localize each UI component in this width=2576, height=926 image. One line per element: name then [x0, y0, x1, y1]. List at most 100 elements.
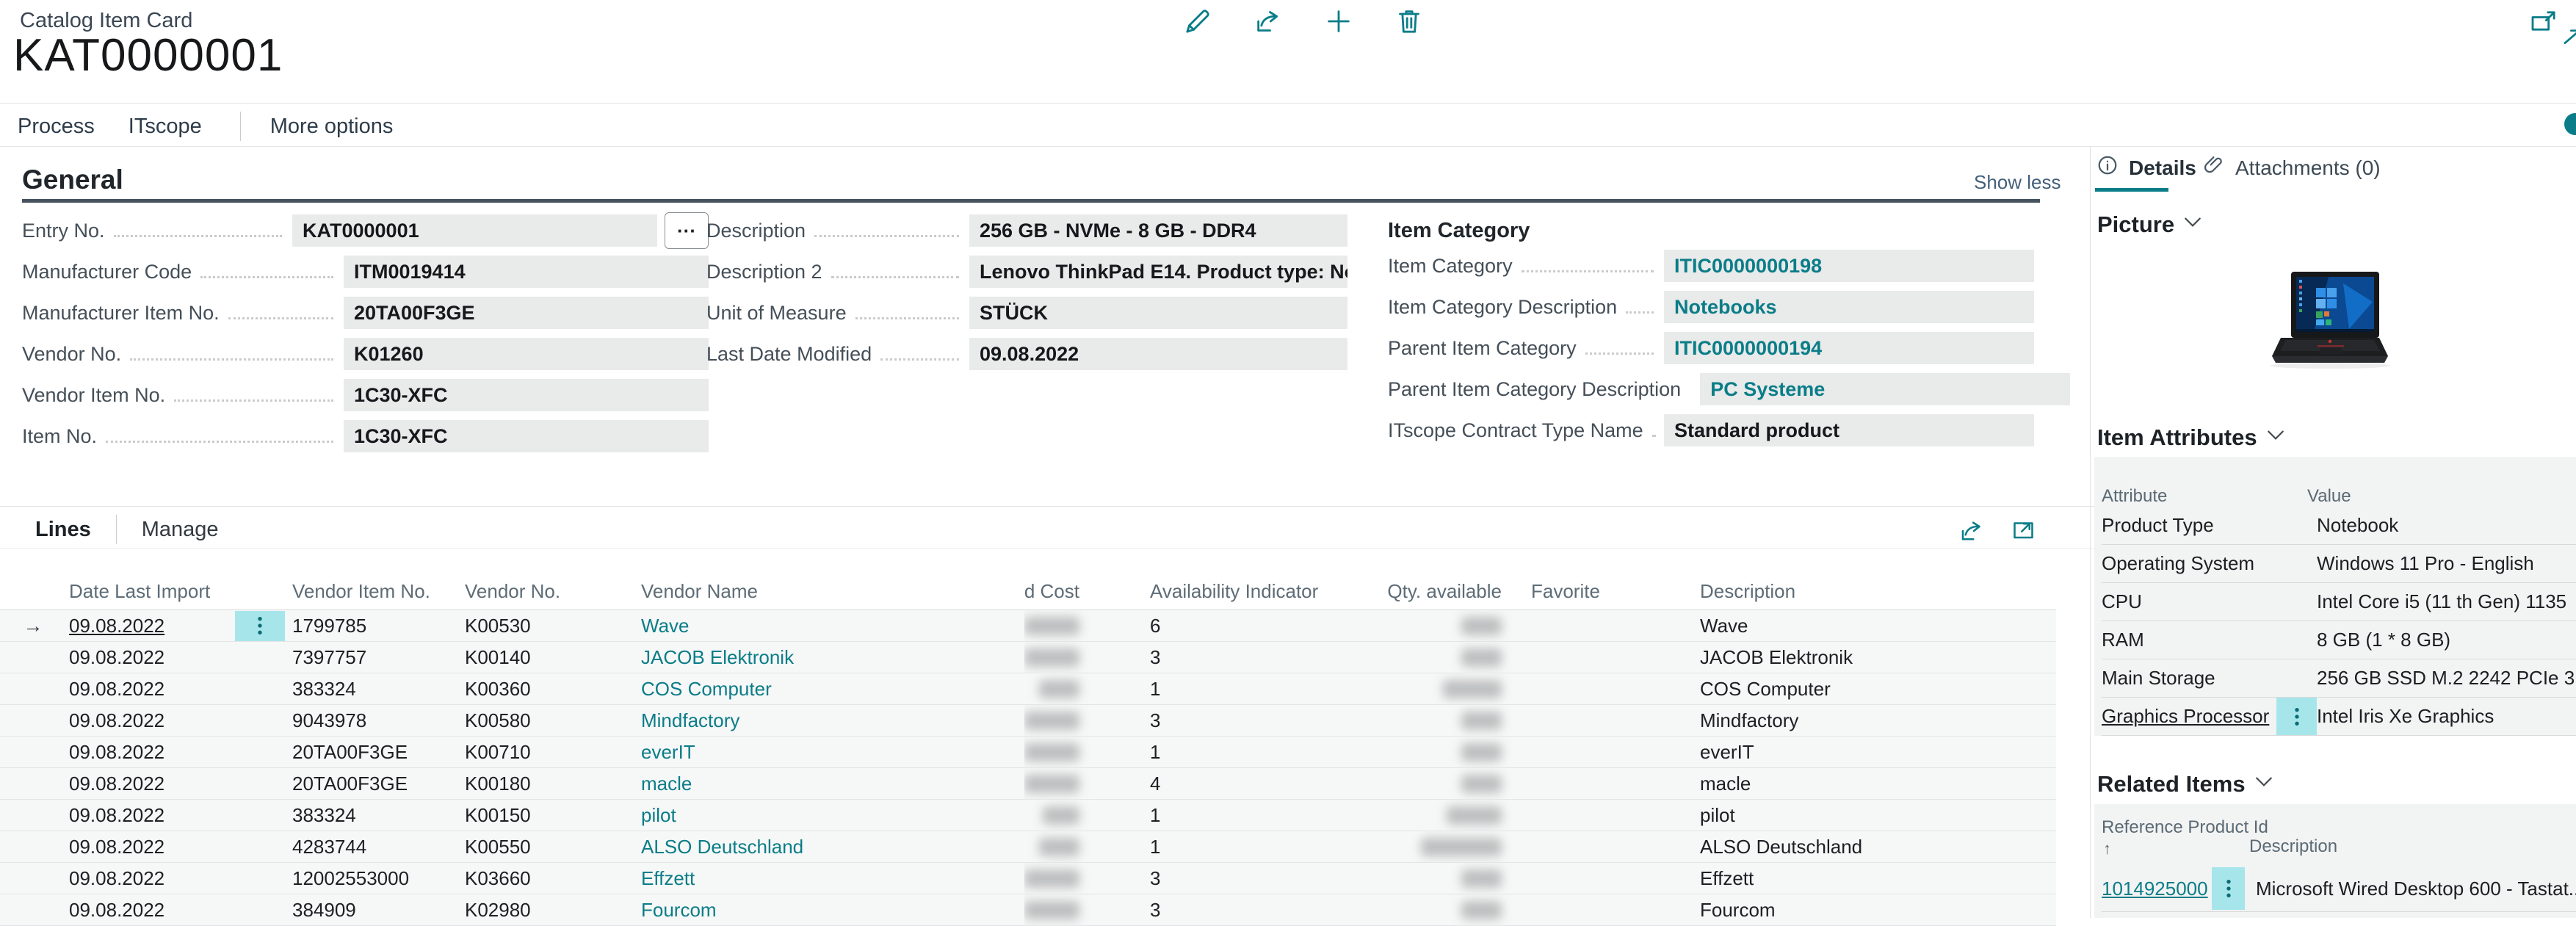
- cell-availability-indicator[interactable]: 6: [1142, 610, 1384, 641]
- field-value-itscope-contract-type-name[interactable]: Standard product: [1664, 414, 2034, 446]
- vendor-name-link[interactable]: Mindfactory: [635, 705, 1024, 736]
- cell-description[interactable]: Fourcom: [1700, 894, 2056, 925]
- cell-favorite[interactable]: [1531, 800, 1700, 831]
- field-value-item-category[interactable]: ITIC0000000198: [1664, 250, 2034, 282]
- cell-favorite[interactable]: [1531, 705, 1700, 736]
- table-row[interactable]: →09.08.20221799785K00530Wave6Wave: [0, 610, 2056, 642]
- column-header-favorite[interactable]: Favorite: [1531, 573, 1700, 610]
- partial-edge-icon[interactable]: [2563, 26, 2576, 55]
- cell-qty-available[interactable]: [1384, 863, 1531, 894]
- table-row[interactable]: 09.08.2022383324K00360COS Computer1COS C…: [0, 673, 2056, 705]
- cell-negotiated-cost[interactable]: [1024, 831, 1142, 862]
- field-value-vendor-no[interactable]: K01260: [344, 338, 709, 370]
- field-value-vendor-item-no[interactable]: 1C30-XFC: [344, 379, 709, 411]
- cell-qty-available[interactable]: [1384, 737, 1531, 767]
- cell-date-last-import[interactable]: 09.08.2022: [66, 831, 235, 862]
- related-item-row[interactable]: 1014925000Microsoft Wired Desktop 600 - …: [2102, 866, 2576, 912]
- cell-description[interactable]: Mindfactory: [1700, 705, 2056, 736]
- cell-vendor-no[interactable]: K02980: [459, 894, 635, 925]
- attribute-row[interactable]: Graphics ProcessorIntel Iris Xe Graphics: [2102, 698, 2576, 736]
- cell-date-last-import[interactable]: 09.08.2022: [66, 705, 235, 736]
- cell-vendor-item-no[interactable]: 9043978: [286, 705, 459, 736]
- cell-availability-indicator[interactable]: 4: [1142, 768, 1384, 799]
- attribute-name-cpu[interactable]: CPU: [2102, 583, 2276, 621]
- cell-date-last-import[interactable]: 09.08.2022: [66, 737, 235, 767]
- cell-vendor-no[interactable]: K03660: [459, 863, 635, 894]
- menu-itscope[interactable]: ITscope: [129, 115, 202, 139]
- cell-vendor-no[interactable]: K00580: [459, 705, 635, 736]
- cell-vendor-no[interactable]: K00360: [459, 673, 635, 704]
- assist-edit-button[interactable]: ···: [665, 212, 709, 249]
- cell-vendor-no[interactable]: K00530: [459, 610, 635, 641]
- cell-vendor-item-no[interactable]: 20TA00F3GE: [286, 737, 459, 767]
- field-value-description-2[interactable]: Lenovo ThinkPad E14. Product type: Noteb…: [969, 256, 1347, 288]
- reference-product-id-link[interactable]: 1014925000: [2102, 878, 2212, 900]
- new-button[interactable]: [1322, 6, 1356, 40]
- reference-product-id-column-header[interactable]: Reference Product Id: [2102, 817, 2268, 838]
- vendor-name-link[interactable]: COS Computer: [635, 673, 1024, 704]
- attribute-name-product-type[interactable]: Product Type: [2102, 507, 2276, 544]
- vendor-name-link[interactable]: everIT: [635, 737, 1024, 767]
- attribute-value-operating-system[interactable]: Windows 11 Pro - English: [2317, 545, 2576, 582]
- cell-qty-available[interactable]: [1384, 705, 1531, 736]
- cell-vendor-item-no[interactable]: 20TA00F3GE: [286, 768, 459, 799]
- column-header-vendor-name[interactable]: Vendor Name: [635, 573, 1024, 610]
- cell-favorite[interactable]: [1531, 863, 1700, 894]
- cell-date-last-import[interactable]: 09.08.2022: [66, 642, 235, 673]
- field-value-manufacturer-item-no[interactable]: 20TA00F3GE: [344, 297, 709, 329]
- table-row[interactable]: 09.08.202220TA00F3GEK00180macle4macle: [0, 768, 2056, 800]
- picture-section-heading[interactable]: Picture: [2097, 211, 2202, 238]
- attribute-name-ram[interactable]: RAM: [2102, 621, 2276, 659]
- cell-favorite[interactable]: [1531, 642, 1700, 673]
- cell-negotiated-cost[interactable]: [1024, 705, 1142, 736]
- table-row[interactable]: 09.08.20229043978K00580Mindfactory3Mindf…: [0, 705, 2056, 737]
- field-value-parent-item-category[interactable]: ITIC0000000194: [1664, 332, 2034, 364]
- cell-negotiated-cost[interactable]: [1024, 737, 1142, 767]
- description-column-header[interactable]: Description: [2249, 836, 2337, 857]
- attribute-row[interactable]: RAM 8 GB (1 * 8 GB): [2102, 621, 2576, 659]
- cell-vendor-no[interactable]: K00150: [459, 800, 635, 831]
- vendor-name-link[interactable]: Fourcom: [635, 894, 1024, 925]
- column-header-availability-indicator[interactable]: Availability Indicator: [1142, 573, 1384, 610]
- cell-description[interactable]: JACOB Elektronik: [1700, 642, 2056, 673]
- lines-focus-mode-button[interactable]: [2008, 516, 2041, 549]
- attribute-column-header[interactable]: Attribute: [2102, 486, 2307, 507]
- column-header-vendor-no[interactable]: Vendor No.: [459, 573, 635, 610]
- cell-vendor-item-no[interactable]: 384909: [286, 894, 459, 925]
- attribute-value-main-storage[interactable]: 256 GB SSD M.2 2242 PCIe 3: [2317, 659, 2576, 697]
- cell-qty-available[interactable]: [1384, 642, 1531, 673]
- cell-negotiated-cost[interactable]: [1024, 610, 1142, 641]
- cell-qty-available[interactable]: [1384, 610, 1531, 641]
- attribute-name-main-storage[interactable]: Main Storage: [2102, 659, 2276, 697]
- attribute-value-graphics-processor[interactable]: Intel Iris Xe Graphics: [2317, 698, 2576, 735]
- cell-qty-available[interactable]: [1384, 768, 1531, 799]
- show-less-link[interactable]: Show less: [1974, 171, 2061, 194]
- cell-description[interactable]: everIT: [1700, 737, 2056, 767]
- column-header-description[interactable]: Description: [1700, 573, 2056, 610]
- attribute-row-menu-button[interactable]: [2276, 698, 2317, 735]
- cell-description[interactable]: macle: [1700, 768, 2056, 799]
- item-attributes-section-heading[interactable]: Item Attributes: [2097, 424, 2285, 451]
- cell-date-last-import[interactable]: 09.08.2022: [66, 673, 235, 704]
- cell-negotiated-cost[interactable]: [1024, 642, 1142, 673]
- cell-vendor-item-no[interactable]: 383324: [286, 673, 459, 704]
- lines-tab[interactable]: Lines: [35, 518, 91, 542]
- table-row[interactable]: 09.08.202212002553000K03660Effzett3Effze…: [0, 863, 2056, 894]
- table-row[interactable]: 09.08.2022384909K02980Fourcom3Fourcom: [0, 894, 2056, 926]
- cell-negotiated-cost[interactable]: [1024, 768, 1142, 799]
- cell-qty-available[interactable]: [1384, 673, 1531, 704]
- tab-attachments[interactable]: Attachments (0): [2203, 154, 2381, 181]
- column-header-date-last-import[interactable]: Date Last Import: [66, 573, 235, 610]
- cell-vendor-item-no[interactable]: 1799785: [286, 610, 459, 641]
- cell-availability-indicator[interactable]: 1: [1142, 737, 1384, 767]
- cell-vendor-no[interactable]: K00710: [459, 737, 635, 767]
- value-column-header[interactable]: Value: [2307, 486, 2351, 507]
- edit-button[interactable]: [1181, 6, 1215, 40]
- field-value-parent-item-category-description[interactable]: PC Systeme: [1700, 373, 2070, 405]
- cell-favorite[interactable]: [1531, 894, 1700, 925]
- column-header-vendor-item-no[interactable]: Vendor Item No.: [286, 573, 459, 610]
- cell-availability-indicator[interactable]: 3: [1142, 894, 1384, 925]
- attribute-value-ram[interactable]: 8 GB (1 * 8 GB): [2317, 621, 2576, 659]
- vendor-name-link[interactable]: macle: [635, 768, 1024, 799]
- cell-qty-available[interactable]: [1384, 894, 1531, 925]
